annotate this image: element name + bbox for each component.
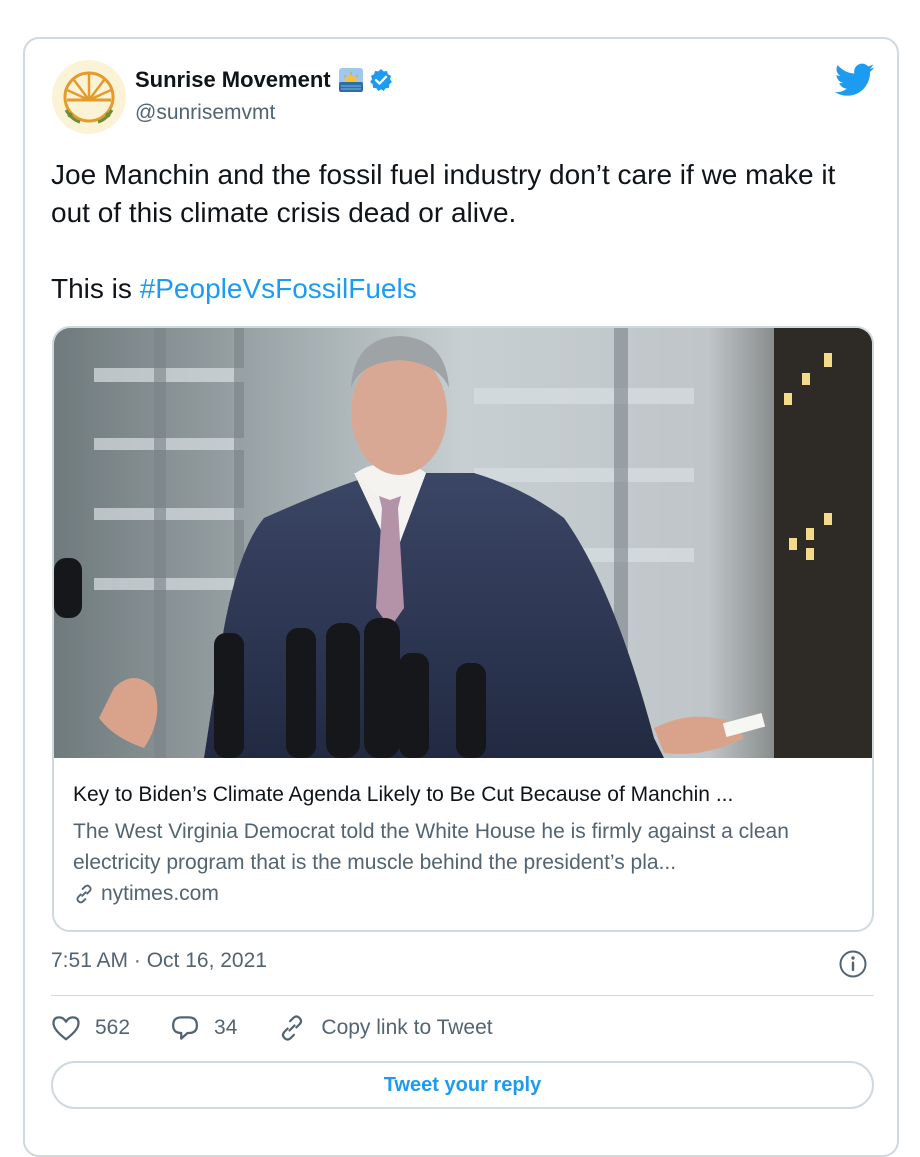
reply-button[interactable]: 34 [170,1014,237,1042]
divider [51,995,874,996]
heart-icon [52,1016,80,1041]
verified-badge-icon [369,68,393,92]
like-button[interactable]: 562 [51,1014,130,1042]
sunrise-emoji-icon [338,68,363,92]
link-card-domain[interactable]: nytimes.com [73,882,219,906]
author-name[interactable]: Sunrise Movement [135,67,331,93]
author-handle[interactable]: @sunrisemvmt [135,101,275,125]
tweet-your-reply-button[interactable]: Tweet your reply [51,1061,874,1109]
reply-count[interactable]: 34 [214,1016,237,1040]
link-preview-card[interactable]: Key to Biden’s Climate Agenda Likely to … [52,326,874,932]
info-icon[interactable] [838,949,868,979]
link-icon [76,884,92,904]
tweet-text-prefix: This is [51,273,140,304]
hashtag-link[interactable]: #PeopleVsFossilFuels [140,273,417,304]
sunrise-logo-icon [52,60,126,134]
tweet-embed-card: Sunrise Movement @sunrisemvmt Joe Manchi… [23,37,899,1157]
author-name-row[interactable]: Sunrise Movement [135,67,393,93]
like-count[interactable]: 562 [95,1016,130,1040]
copy-link-label[interactable]: Copy link to Tweet [321,1016,492,1040]
tweet-actions: 562 34 Copy link to Tweet [51,1014,533,1042]
link-card-description: The West Virginia Democrat told the Whit… [73,820,789,874]
article-photo[interactable] [54,328,872,758]
link-card-domain-text[interactable]: nytimes.com [101,882,219,906]
link-icon [282,1015,303,1041]
tweet-timestamp[interactable]: 7:51 AM · Oct 16, 2021 [51,949,267,973]
avatar[interactable] [52,60,126,134]
twitter-bird-icon[interactable] [834,63,875,97]
reply-bubble-icon [172,1016,199,1040]
link-card-title[interactable]: Key to Biden’s Climate Agenda Likely to … [73,783,863,807]
tweet-text: Joe Manchin and the fossil fuel industry… [51,156,851,308]
tweet-text-line2: This is #PeopleVsFossilFuels [51,270,851,308]
tweet-text-line1: Joe Manchin and the fossil fuel industry… [51,159,836,228]
copy-link-button[interactable]: Copy link to Tweet [277,1014,493,1042]
